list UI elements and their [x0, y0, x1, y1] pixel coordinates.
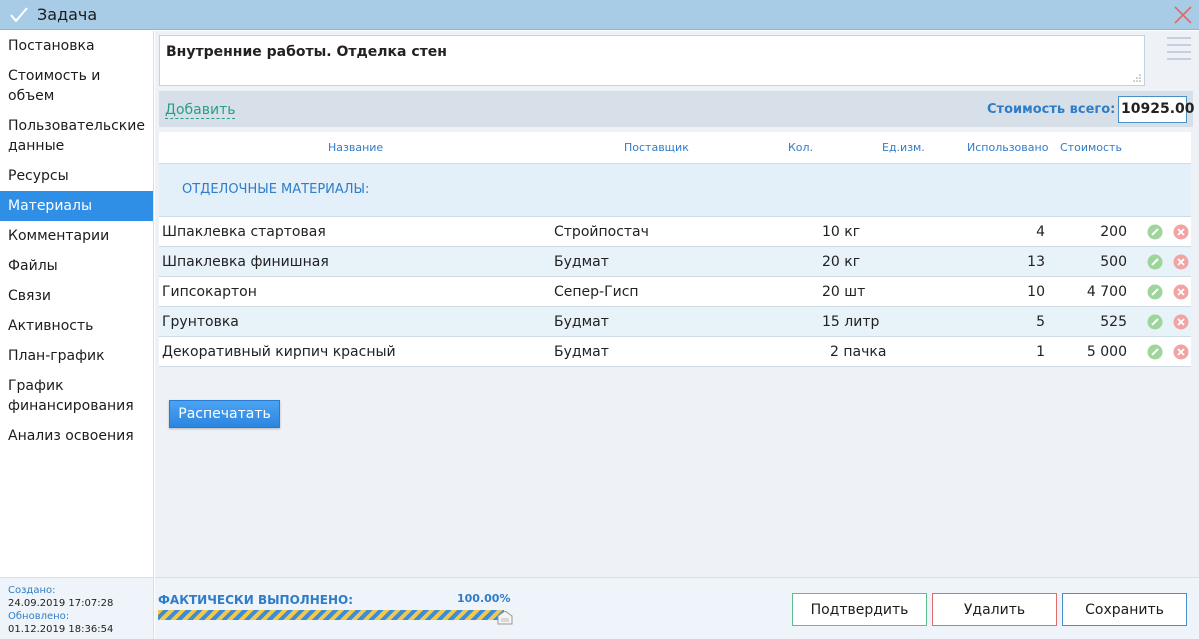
resize-grip-icon[interactable]	[1133, 74, 1141, 82]
updated-label: Обновлено:	[8, 611, 70, 622]
progress-fill	[158, 610, 504, 620]
hamburger-menu-icon[interactable]	[1167, 37, 1191, 60]
delete-icon[interactable]	[1173, 254, 1189, 270]
column-header-cost[interactable]: Стоимость	[1060, 141, 1122, 154]
cell-supplier: Будмат	[554, 344, 609, 360]
cell-supplier: Будмат	[554, 314, 609, 330]
footer-bar: ФАКТИЧЕСКИ ВЫПОЛНЕНО: 100.00% Подтвердит…	[155, 577, 1199, 639]
close-icon[interactable]	[1171, 3, 1195, 27]
cell-qty: 20 шт	[822, 284, 866, 300]
column-header-supplier[interactable]: Поставщик	[624, 141, 689, 154]
add-material-link[interactable]: Добавить	[165, 102, 236, 119]
window-titlebar: Задача	[0, 0, 1199, 30]
cell-name: Шпаклевка финишная	[162, 254, 329, 270]
cell-name: Декоративный кирпич красный	[162, 344, 396, 360]
cell-qty: 20 кг	[822, 254, 861, 270]
sidebar-item-cost-volume[interactable]: Стоимость и объем	[0, 61, 153, 111]
progress-label: ФАКТИЧЕСКИ ВЫПОЛНЕНО:	[158, 593, 354, 607]
table-row[interactable]: Шпаклевка финишная Будмат 20 кг 13 500	[159, 247, 1191, 277]
created-label: Создано:	[8, 585, 56, 596]
sidebar-item-schedule[interactable]: План-график	[0, 341, 153, 371]
delete-button[interactable]: Удалить	[932, 593, 1057, 626]
cell-cost: 5 000	[1086, 344, 1127, 360]
column-header-unit[interactable]: Ед.изм.	[882, 141, 925, 154]
progress-percent: 100.00%	[457, 592, 511, 605]
cell-used: 10	[1027, 284, 1045, 300]
print-button[interactable]: Распечатать	[169, 400, 280, 428]
edit-icon[interactable]	[1147, 224, 1163, 240]
total-cost-label: Стоимость всего:	[987, 102, 1116, 117]
confirm-button[interactable]: Подтвердить	[792, 593, 927, 626]
sidebar-item-activity[interactable]: Активность	[0, 311, 153, 341]
table-row[interactable]: Грунтовка Будмат 15 литр 5 525	[159, 307, 1191, 337]
column-header-used[interactable]: Использовано	[967, 141, 1048, 154]
sidebar-item-earned-value[interactable]: Анализ освоения	[0, 421, 153, 451]
cell-used: 5	[1036, 314, 1045, 330]
delete-icon[interactable]	[1173, 314, 1189, 330]
meta-info: Создано: 24.09.2019 17:07:28 Обновлено: …	[0, 577, 154, 639]
edit-icon[interactable]	[1147, 254, 1163, 270]
cell-qty: 2 пачка	[830, 344, 887, 360]
sidebar-item-resources[interactable]: Ресурсы	[0, 161, 153, 191]
column-header-name[interactable]: Название	[328, 141, 383, 154]
sidebar-item-postanovka[interactable]: Постановка	[0, 31, 153, 61]
sidebar-item-user-data[interactable]: Пользовательские данные	[0, 111, 153, 161]
cell-qty: 10 кг	[822, 224, 861, 240]
cell-name: Шпаклевка стартовая	[162, 224, 326, 240]
table-row[interactable]: Декоративный кирпич красный Будмат 2 пач…	[159, 337, 1191, 367]
cell-supplier: Будмат	[554, 254, 609, 270]
edit-icon[interactable]	[1147, 344, 1163, 360]
sidebar-item-comments[interactable]: Комментарии	[0, 221, 153, 251]
sidebar-item-files[interactable]: Файлы	[0, 251, 153, 281]
cell-cost: 200	[1100, 224, 1127, 240]
table-row[interactable]: Шпаклевка стартовая Стройпостач 10 кг 4 …	[159, 217, 1191, 247]
sidebar-item-financing[interactable]: График финансирования	[0, 371, 153, 421]
save-button[interactable]: Сохранить	[1062, 593, 1187, 626]
cell-supplier: Стройпостач	[554, 224, 649, 240]
cell-supplier: Сепер-Гисп	[554, 284, 639, 300]
total-cost-field[interactable]: 10925.00	[1118, 96, 1195, 123]
cell-name: Гипсокартон	[162, 284, 257, 300]
main-panel: Внутренние работы. Отделка стен Добавить…	[155, 31, 1199, 577]
cell-name: Грунтовка	[162, 314, 239, 330]
column-header-qty[interactable]: Кол.	[788, 141, 813, 154]
cell-cost: 4 700	[1086, 284, 1127, 300]
edit-icon[interactable]	[1147, 284, 1163, 300]
cell-used: 13	[1027, 254, 1045, 270]
created-value: 24.09.2019 17:07:28	[8, 598, 114, 609]
sidebar-item-materials[interactable]: Материалы	[0, 191, 153, 221]
group-row: ОТДЕЛОЧНЫЕ МАТЕРИАЛЫ:	[159, 164, 1191, 217]
updated-value: 01.12.2019 18:36:54	[8, 624, 114, 635]
sidebar: Постановка Стоимость и объем Пользовател…	[0, 31, 154, 577]
materials-table: Название Поставщик Кол. Ед.изм. Использо…	[159, 132, 1191, 367]
materials-toolbar: Добавить Стоимость всего: 10925.00	[159, 91, 1195, 127]
cell-qty: 15 литр	[822, 314, 880, 330]
table-row[interactable]: Гипсокартон Сепер-Гисп 20 шт 10 4 700	[159, 277, 1191, 307]
window-title: Задача	[37, 5, 98, 24]
group-label: ОТДЕЛОЧНЫЕ МАТЕРИАЛЫ:	[182, 182, 370, 197]
progress-bar	[158, 610, 504, 620]
task-title-text: Внутренние работы. Отделка стен	[166, 44, 447, 60]
task-title-field[interactable]: Внутренние работы. Отделка стен	[159, 35, 1145, 86]
delete-icon[interactable]	[1173, 284, 1189, 300]
delete-icon[interactable]	[1173, 224, 1189, 240]
edit-icon[interactable]	[1147, 314, 1163, 330]
delete-icon[interactable]	[1173, 344, 1189, 360]
cell-used: 4	[1036, 224, 1045, 240]
table-header: Название Поставщик Кол. Ед.изм. Использо…	[159, 132, 1191, 164]
sidebar-item-links[interactable]: Связи	[0, 281, 153, 311]
cell-cost: 525	[1100, 314, 1127, 330]
cell-used: 1	[1036, 344, 1045, 360]
progress-handle-icon[interactable]	[497, 611, 513, 625]
cell-cost: 500	[1100, 254, 1127, 270]
check-icon	[10, 7, 28, 23]
